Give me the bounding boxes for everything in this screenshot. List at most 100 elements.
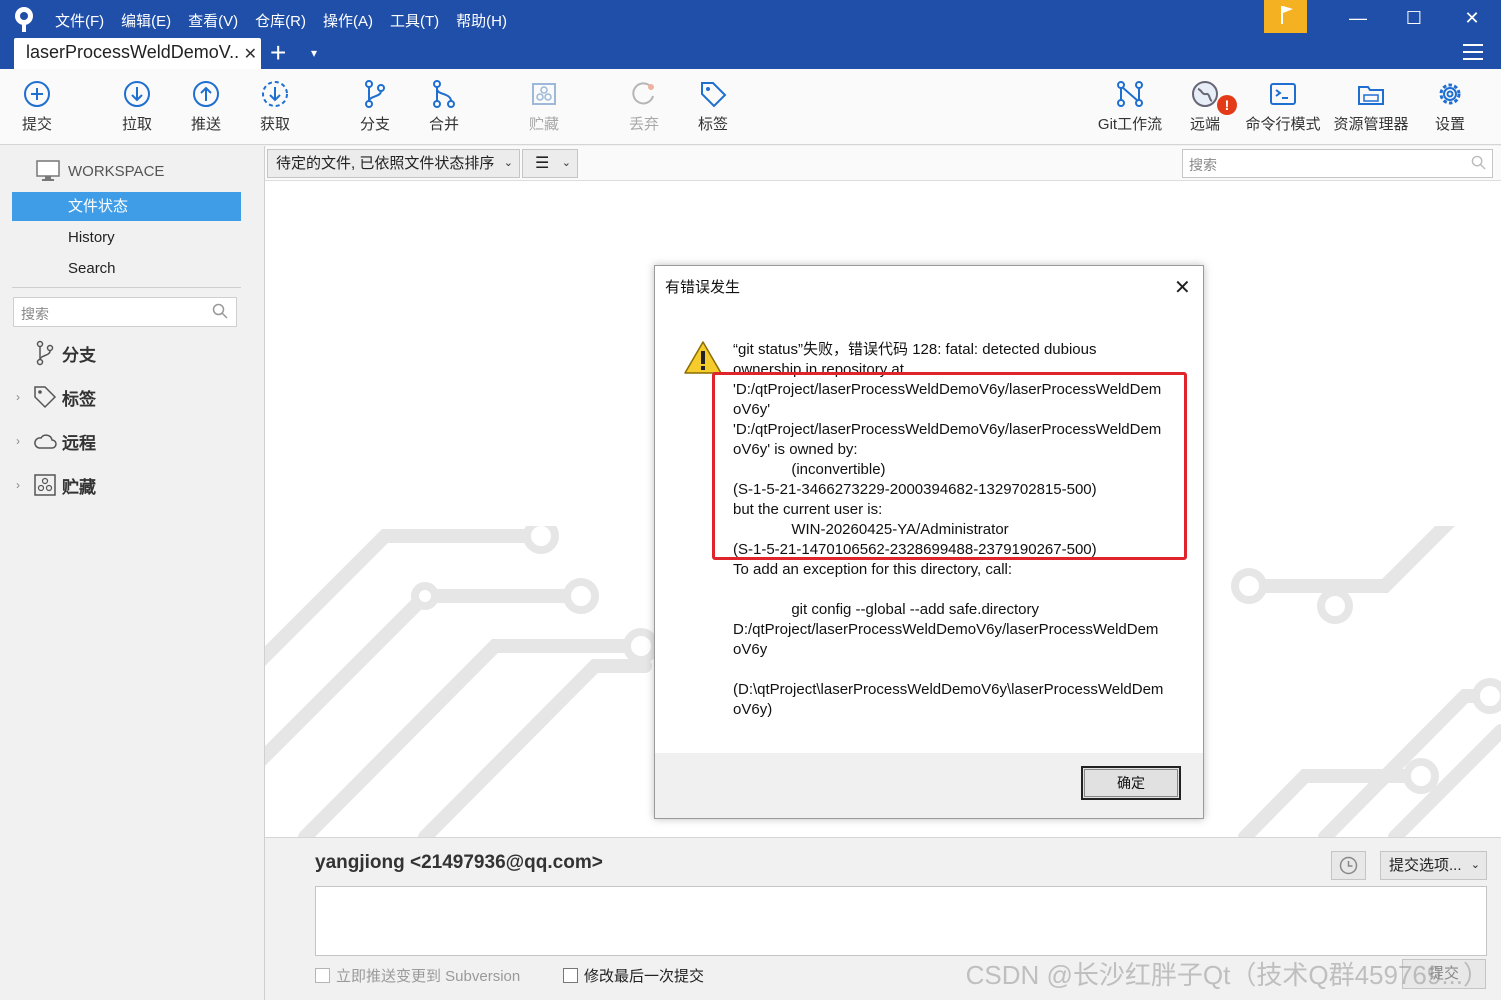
commit-button[interactable]: 提交 bbox=[7, 79, 67, 134]
chevron-down-icon: ⌄ bbox=[561, 157, 571, 169]
pull-icon bbox=[124, 81, 150, 107]
tag-button[interactable]: 标签 bbox=[683, 79, 743, 134]
close-window-button[interactable]: ✕ bbox=[1457, 6, 1487, 30]
search-icon bbox=[212, 303, 228, 319]
file-filter-dropdown[interactable]: 待定的文件, 已依照文件状态排序 ⌄ bbox=[267, 149, 520, 178]
gitflow-icon bbox=[1117, 81, 1143, 107]
toolbar: 提交 拉取 推送 获取 分支 合并 贮藏 丢弃 标签 Git工作流 ! 远端 命… bbox=[0, 69, 1501, 145]
push-svn-label: 立即推送变更到 Subversion bbox=[336, 968, 521, 985]
explorer-button[interactable]: 资源管理器 bbox=[1329, 79, 1413, 134]
tag-label: 标签 bbox=[697, 116, 728, 133]
menu-help[interactable]: 帮助(H) bbox=[456, 10, 507, 31]
new-tab-button[interactable]: + bbox=[270, 38, 286, 68]
error-line bbox=[733, 660, 1173, 680]
commit-options-dropdown[interactable]: 提交选项... ⌄ bbox=[1380, 851, 1487, 880]
remote-button[interactable]: ! 远端 bbox=[1175, 79, 1237, 134]
sidebar: WORKSPACE 文件状态 History Search 搜索 分支 › 标签… bbox=[0, 146, 265, 1000]
sidebar-group-branches-label: 分支 bbox=[62, 345, 96, 365]
menu-file[interactable]: 文件(F) bbox=[55, 10, 104, 31]
red-highlight-box bbox=[712, 372, 1187, 560]
dialog-title: 有错误发生 bbox=[665, 279, 741, 296]
pull-label: 拉取 bbox=[121, 116, 152, 133]
chevron-down-icon: ⌄ bbox=[503, 157, 513, 169]
tab-close-icon[interactable]: ✕ bbox=[244, 44, 257, 64]
commit-message-input[interactable] bbox=[315, 886, 1487, 956]
sourcetree-logo-icon bbox=[15, 7, 33, 32]
menu-edit[interactable]: 编辑(E) bbox=[121, 10, 171, 31]
menu-tools[interactable]: 工具(T) bbox=[390, 10, 439, 31]
sidebar-item-history[interactable]: History bbox=[12, 223, 241, 252]
warning-icon bbox=[684, 341, 722, 374]
fetch-button[interactable]: 获取 bbox=[245, 79, 305, 134]
minimize-button[interactable]: — bbox=[1343, 6, 1373, 30]
push-button[interactable]: 推送 bbox=[176, 79, 236, 134]
error-line: git config --global --add safe.directory bbox=[733, 601, 1039, 618]
gear-icon bbox=[1439, 83, 1461, 105]
terminal-label: 命令行模式 bbox=[1245, 116, 1321, 133]
sidebar-group-stashes-label: 贮藏 bbox=[62, 477, 96, 497]
list-view-icon: ☰ bbox=[535, 155, 550, 172]
gitflow-label: Git工作流 bbox=[1097, 116, 1163, 133]
dialog-close-icon[interactable]: ✕ bbox=[1174, 275, 1191, 300]
settings-label: 设置 bbox=[1434, 116, 1465, 133]
menu-actions[interactable]: 操作(A) bbox=[323, 10, 373, 31]
discard-button[interactable]: 丢弃 bbox=[614, 79, 674, 134]
repo-tab-title: laserProcessWeldDemoV.. bbox=[26, 42, 240, 62]
chevron-down-icon: ⌄ bbox=[1470, 859, 1480, 871]
pull-button[interactable]: 拉取 bbox=[107, 79, 167, 134]
settings-button[interactable]: 设置 bbox=[1420, 79, 1480, 134]
file-search-input[interactable]: 搜索 bbox=[1182, 149, 1493, 178]
sidebar-search-input[interactable]: 搜索 bbox=[13, 297, 237, 327]
amend-label: 修改最后一次提交 bbox=[584, 968, 705, 985]
tag-icon bbox=[34, 386, 57, 409]
gitflow-button[interactable]: Git工作流 bbox=[1088, 79, 1172, 134]
commit-label: 提交 bbox=[21, 116, 52, 133]
commit-history-button[interactable] bbox=[1331, 851, 1366, 880]
csdn-watermark: CSDN @长沙红胖子Qt（技术Q群459769...） bbox=[965, 960, 1489, 990]
plus-circle-icon bbox=[24, 81, 50, 107]
remote-label: 远端 bbox=[1189, 116, 1220, 133]
sidebar-group-remotes-label: 远程 bbox=[62, 433, 96, 453]
branch-icon bbox=[36, 340, 54, 366]
sidebar-group-stashes[interactable]: › 贮藏 bbox=[16, 472, 96, 498]
error-line: oV6y) bbox=[733, 701, 773, 718]
commit-panel: yangjiong <21497936@qq.com> 提交选项... ⌄ 立即… bbox=[265, 837, 1501, 1000]
sidebar-item-file-status[interactable]: 文件状态 bbox=[12, 192, 241, 221]
repo-tab[interactable]: laserProcessWeldDemoV.. ✕ bbox=[14, 38, 261, 69]
sidebar-search-placeholder: 搜索 bbox=[21, 306, 49, 322]
sidebar-group-branches[interactable]: 分支 bbox=[16, 340, 96, 366]
push-svn-checkbox[interactable]: 立即推送变更到 Subversion bbox=[315, 965, 520, 986]
file-search-placeholder: 搜索 bbox=[1189, 157, 1217, 173]
stash-icon bbox=[532, 83, 556, 105]
maximize-button[interactable]: ☐ bbox=[1399, 6, 1429, 30]
merge-label: 合并 bbox=[428, 116, 459, 133]
view-mode-dropdown[interactable]: ☰ ⌄ bbox=[522, 149, 578, 178]
merge-icon bbox=[433, 80, 455, 108]
push-label: 推送 bbox=[190, 116, 221, 133]
fetch-label: 获取 bbox=[259, 116, 290, 133]
tab-list-dropdown[interactable]: ▾ bbox=[311, 46, 317, 60]
filter-bar: 待定的文件, 已依照文件状态排序 ⌄ ☰ ⌄ 搜索 bbox=[265, 146, 1501, 181]
flag-button[interactable] bbox=[1264, 0, 1307, 33]
chevron-right-icon: › bbox=[16, 390, 20, 404]
remote-warning-badge: ! bbox=[1217, 95, 1237, 115]
error-line: (D:\qtProject\laserProcessWeldDemoV6y\la… bbox=[733, 681, 1164, 698]
error-line: To add an exception for this directory, … bbox=[733, 561, 1013, 578]
tag-icon bbox=[701, 82, 727, 108]
sidebar-item-search[interactable]: Search bbox=[12, 254, 241, 283]
stash-button[interactable]: 贮藏 bbox=[514, 79, 574, 134]
ok-button[interactable]: 确定 bbox=[1081, 766, 1181, 800]
menu-view[interactable]: 查看(V) bbox=[188, 10, 238, 31]
chevron-right-icon: › bbox=[16, 434, 20, 448]
amend-checkbox[interactable]: 修改最后一次提交 bbox=[563, 965, 704, 986]
sidebar-group-remotes[interactable]: › 远程 bbox=[16, 428, 96, 454]
sidebar-group-tags-label: 标签 bbox=[62, 389, 96, 409]
hamburger-menu-icon[interactable] bbox=[1463, 44, 1483, 60]
terminal-button[interactable]: 命令行模式 bbox=[1241, 79, 1325, 134]
sidebar-group-tags[interactable]: › 标签 bbox=[16, 384, 96, 410]
merge-button[interactable]: 合并 bbox=[414, 79, 474, 134]
menu-bar: 文件(F) 编辑(E) 查看(V) 仓库(R) 操作(A) 工具(T) 帮助(H… bbox=[55, 10, 507, 31]
branch-button[interactable]: 分支 bbox=[345, 79, 405, 134]
monitor-icon bbox=[36, 160, 60, 181]
menu-repository[interactable]: 仓库(R) bbox=[255, 10, 306, 31]
